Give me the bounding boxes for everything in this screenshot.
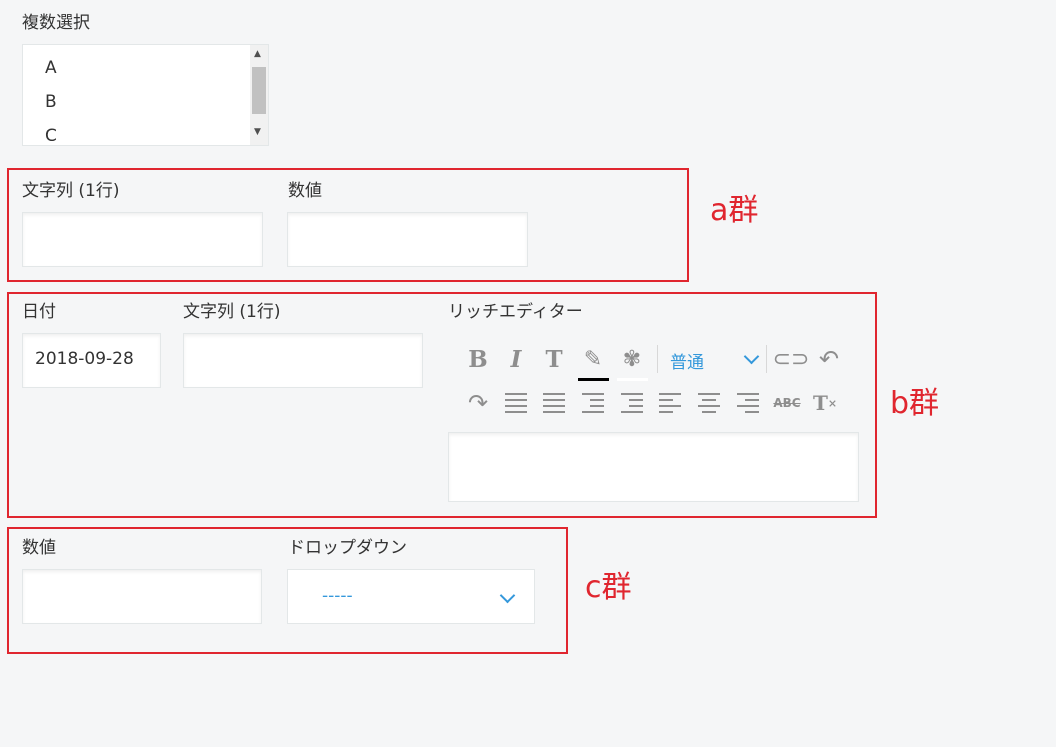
- align-right-icon[interactable]: [733, 388, 763, 418]
- text-field-label-b: 文字列 (1行): [183, 302, 281, 322]
- link-icon[interactable]: ⊂⊃: [773, 344, 810, 374]
- text-color-indicator: [578, 378, 609, 381]
- number-field-label: 数値: [288, 181, 322, 201]
- group-c-tag: c群: [585, 570, 632, 605]
- scroll-down-arrow-icon[interactable]: ▼: [254, 127, 261, 137]
- bullet-list-icon[interactable]: [501, 388, 531, 418]
- undo-icon[interactable]: ↶: [814, 344, 844, 374]
- text-color-icon[interactable]: ✎: [578, 344, 608, 374]
- group-a-tag: a群: [710, 193, 759, 228]
- dropdown-chevron-down-icon[interactable]: [499, 587, 516, 604]
- rich-editor-label: リッチエディター: [448, 302, 583, 322]
- toolbar-separator: [766, 345, 767, 373]
- dropdown-label: ドロップダウン: [288, 538, 407, 558]
- indent-icon[interactable]: [578, 388, 608, 418]
- multi-select-label: 複数選択: [22, 13, 90, 33]
- date-input[interactable]: 2018-09-28: [22, 333, 161, 388]
- text-field-label: 文字列 (1行): [22, 181, 120, 201]
- group-b-tag: b群: [890, 386, 940, 421]
- multi-select-listbox[interactable]: A B C ▲ ▼: [22, 44, 269, 146]
- background-color-icon[interactable]: ✾: [617, 344, 647, 374]
- rich-editor-content[interactable]: [448, 432, 859, 502]
- format-select[interactable]: 普通: [670, 348, 704, 373]
- dropdown-value: -----: [322, 586, 353, 606]
- align-center-icon[interactable]: [694, 388, 724, 418]
- text-input[interactable]: [22, 212, 263, 267]
- toolbar-separator: [657, 345, 658, 373]
- list-option-a[interactable]: A: [45, 58, 57, 78]
- align-left-icon[interactable]: [655, 388, 685, 418]
- list-option-b[interactable]: B: [45, 92, 57, 112]
- number-input-c[interactable]: [22, 569, 262, 624]
- dropdown-select[interactable]: -----: [287, 569, 535, 624]
- numbered-list-icon[interactable]: [539, 388, 569, 418]
- outdent-icon[interactable]: [617, 388, 647, 418]
- font-size-icon[interactable]: T: [539, 344, 569, 374]
- remove-format-icon[interactable]: T ×: [810, 388, 840, 418]
- redo-icon[interactable]: ↷: [463, 388, 493, 418]
- date-value: 2018-09-28: [35, 349, 134, 369]
- number-input[interactable]: [287, 212, 528, 267]
- scroll-up-arrow-icon[interactable]: ▲: [254, 49, 261, 59]
- list-option-c[interactable]: C: [45, 126, 57, 145]
- number-field-label-c: 数値: [22, 538, 56, 558]
- italic-icon[interactable]: I: [501, 344, 531, 374]
- scrollbar-thumb[interactable]: [252, 67, 266, 114]
- date-field-label: 日付: [22, 302, 56, 322]
- background-color-indicator: [617, 378, 648, 381]
- strikethrough-icon[interactable]: ABC: [772, 388, 802, 418]
- text-input-b[interactable]: [183, 333, 423, 388]
- listbox-scrollbar[interactable]: ▲ ▼: [250, 45, 268, 145]
- bold-icon[interactable]: B: [463, 344, 493, 374]
